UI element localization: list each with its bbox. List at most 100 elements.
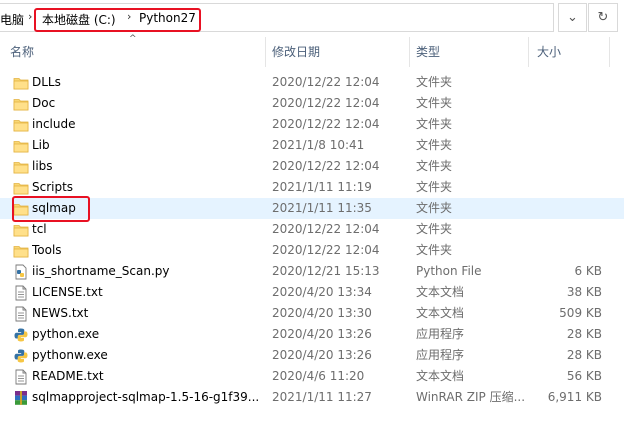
text-file-icon	[13, 306, 29, 322]
file-row[interactable]: tcl 2020/12/22 12:04 文件夹	[0, 219, 624, 240]
column-divider[interactable]	[528, 37, 529, 67]
file-type: 应用程序	[416, 327, 465, 341]
column-divider[interactable]	[609, 37, 610, 67]
file-row[interactable]: sqlmapproject-sqlmap-1.5-16-g1f39... 2021…	[0, 387, 624, 408]
winrar-archive-icon	[13, 390, 29, 406]
file-size	[530, 156, 602, 177]
file-name: libs	[32, 159, 53, 173]
file-type: 文本文档	[416, 306, 465, 320]
file-date-modified: 2020/4/20 13:26	[272, 327, 372, 341]
folder-icon	[13, 180, 29, 196]
address-history-button[interactable]: ⌄	[558, 3, 587, 32]
file-name: tcl	[32, 222, 47, 236]
folder-icon	[13, 117, 29, 133]
file-size	[530, 198, 602, 219]
file-date-modified: 2020/12/22 12:04	[272, 222, 380, 236]
file-row[interactable]: Scripts 2021/1/11 11:19 文件夹	[0, 177, 624, 198]
text-file-icon	[13, 285, 29, 301]
column-header-size[interactable]: 大小	[537, 37, 561, 67]
breadcrumb-this-pc[interactable]: 电脑	[0, 11, 24, 28]
file-name: python.exe	[32, 327, 100, 341]
python-exe-icon	[13, 348, 29, 364]
file-size	[530, 219, 602, 240]
file-type: 文件夹	[416, 117, 453, 131]
file-row[interactable]: Lib 2021/1/8 10:41 文件夹	[0, 135, 624, 156]
file-size: 28 KB	[566, 327, 602, 341]
file-row[interactable]: iis_shortname_Scan.py 2020/12/21 15:13 Pyt…	[0, 261, 624, 282]
file-date-modified: 2020/12/22 12:04	[272, 96, 380, 110]
file-type: 文件夹	[416, 75, 453, 89]
text-file-icon	[13, 369, 29, 385]
file-name: Tools	[32, 243, 62, 257]
file-date-modified: 2020/4/20 13:26	[272, 348, 372, 362]
file-size: 6 KB	[574, 264, 602, 278]
file-size: 38 KB	[566, 285, 602, 299]
file-name: DLLs	[32, 75, 61, 89]
file-date-modified: 2020/4/20 13:30	[272, 306, 372, 320]
file-row[interactable]: LICENSE.txt 2020/4/20 13:34 文本文档 38 KB	[0, 282, 624, 303]
file-row[interactable]: DLLs 2020/12/22 12:04 文件夹	[0, 72, 624, 93]
column-divider[interactable]	[409, 37, 410, 67]
python-file-icon	[13, 264, 29, 280]
file-name: README.txt	[32, 369, 104, 383]
file-row[interactable]: sqlmap 2021/1/11 11:35 文件夹	[0, 198, 624, 219]
file-date-modified: 2020/12/22 12:04	[272, 243, 380, 257]
file-row[interactable]: libs 2020/12/22 12:04 文件夹	[0, 156, 624, 177]
file-date-modified: 2020/12/22 12:04	[272, 159, 380, 173]
file-name: Doc	[32, 96, 56, 110]
file-name: pythonw.exe	[32, 348, 108, 362]
file-row[interactable]: pythonw.exe 2020/4/20 13:26 应用程序 28 KB	[0, 345, 624, 366]
column-header-name[interactable]: 名称	[10, 37, 34, 67]
file-row[interactable]: python.exe 2020/4/20 13:26 应用程序 28 KB	[0, 324, 624, 345]
column-divider[interactable]	[265, 37, 266, 67]
file-row[interactable]: Tools 2020/12/22 12:04 文件夹	[0, 240, 624, 261]
file-size	[530, 177, 602, 198]
sort-ascending-icon: ^	[129, 34, 137, 44]
file-date-modified: 2021/1/8 10:41	[272, 138, 365, 152]
address-bar-row: 电脑 › 本地磁盘 (C:) › Python27 ⌄ ↻	[0, 0, 624, 37]
file-row[interactable]: README.txt 2020/4/6 11:20 文本文档 56 KB	[0, 366, 624, 387]
folder-icon	[13, 96, 29, 112]
file-size: 28 KB	[566, 348, 602, 362]
file-date-modified: 2020/4/20 13:34	[272, 285, 372, 299]
file-type: 文件夹	[416, 96, 453, 110]
file-type: Python File	[416, 264, 482, 278]
file-row[interactable]: include 2020/12/22 12:04 文件夹	[0, 114, 624, 135]
folder-icon	[13, 75, 29, 91]
refresh-button[interactable]: ↻	[588, 3, 618, 32]
column-header-row: ^ 名称 修改日期 类型 大小	[0, 34, 624, 67]
file-type: 文本文档	[416, 285, 465, 299]
file-type: 文本文档	[416, 369, 465, 383]
address-bar[interactable]: 电脑 › 本地磁盘 (C:) › Python27	[0, 3, 554, 32]
annotation-highlight-box	[12, 196, 90, 222]
column-header-date[interactable]: 修改日期	[272, 37, 320, 67]
chevron-down-icon: ⌄	[567, 10, 578, 25]
file-date-modified: 2021/1/11 11:19	[272, 180, 372, 194]
file-date-modified: 2021/1/11 11:27	[272, 390, 372, 404]
file-date-modified: 2020/12/22 12:04	[272, 75, 380, 89]
file-size	[530, 72, 602, 93]
file-size: 6,911 KB	[547, 390, 602, 404]
file-size: 509 KB	[559, 306, 602, 320]
file-name: include	[32, 117, 76, 131]
file-row[interactable]: NEWS.txt 2020/4/20 13:30 文本文档 509 KB	[0, 303, 624, 324]
file-size	[530, 93, 602, 114]
file-row[interactable]: Doc 2020/12/22 12:04 文件夹	[0, 93, 624, 114]
file-date-modified: 2020/4/6 11:20	[272, 369, 365, 383]
column-header-type[interactable]: 类型	[416, 37, 440, 67]
file-size	[530, 135, 602, 156]
folder-icon	[13, 138, 29, 154]
file-type: 应用程序	[416, 348, 465, 362]
file-date-modified: 2020/12/22 12:04	[272, 117, 380, 131]
file-size	[530, 240, 602, 261]
refresh-icon: ↻	[597, 10, 609, 25]
file-name: sqlmapproject-sqlmap-1.5-16-g1f39...	[32, 390, 260, 404]
folder-icon	[13, 222, 29, 238]
file-size: 56 KB	[566, 369, 602, 383]
file-date-modified: 2020/12/21 15:13	[272, 264, 380, 278]
file-type: 文件夹	[416, 243, 453, 257]
python-exe-icon	[13, 327, 29, 343]
file-type: 文件夹	[416, 222, 453, 236]
file-type: 文件夹	[416, 159, 453, 173]
file-type: 文件夹	[416, 138, 453, 152]
